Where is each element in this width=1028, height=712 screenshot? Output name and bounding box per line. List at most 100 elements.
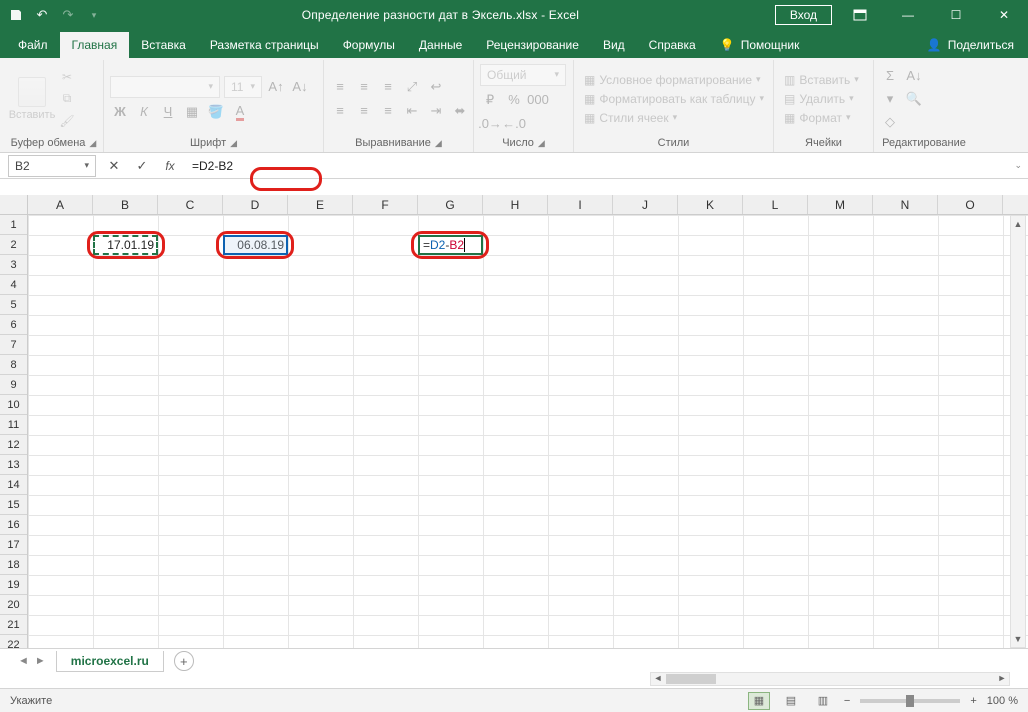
maximize-button[interactable]: ☐ xyxy=(936,3,976,27)
row-header[interactable]: 20 xyxy=(0,595,27,615)
increase-indent-icon[interactable]: ⇥ xyxy=(426,101,446,121)
comma-icon[interactable]: 000 xyxy=(528,90,548,110)
col-header[interactable]: N xyxy=(873,195,938,214)
tab-home[interactable]: Главная xyxy=(60,32,130,58)
col-header[interactable]: M xyxy=(808,195,873,214)
col-header[interactable]: K xyxy=(678,195,743,214)
insert-cells-button[interactable]: ▥Вставить▾ xyxy=(780,72,863,88)
alignment-launcher-icon[interactable]: ◢ xyxy=(435,138,442,149)
merge-icon[interactable]: ⬌ xyxy=(450,101,470,121)
row-header[interactable]: 10 xyxy=(0,395,27,415)
row-header[interactable]: 18 xyxy=(0,555,27,575)
cells-area[interactable]: 17.01.19 06.08.19 =D2-B2 xyxy=(28,215,1028,688)
vertical-scrollbar[interactable]: ▲ ▼ xyxy=(1010,215,1026,648)
italic-button[interactable]: К xyxy=(134,102,154,122)
col-header[interactable]: G xyxy=(418,195,483,214)
add-sheet-button[interactable]: + xyxy=(174,651,194,671)
scroll-down-icon[interactable]: ▼ xyxy=(1011,631,1025,647)
format-as-table-button[interactable]: ▦Форматировать как таблицу▾ xyxy=(580,91,768,107)
col-header[interactable]: C xyxy=(158,195,223,214)
zoom-slider[interactable] xyxy=(860,699,960,703)
row-header[interactable]: 5 xyxy=(0,295,27,315)
tab-tell-me[interactable]: 💡Помощник xyxy=(708,32,812,58)
align-left-icon[interactable]: ≡ xyxy=(330,101,350,121)
tab-data[interactable]: Данные xyxy=(407,32,474,58)
currency-icon[interactable]: ₽ xyxy=(480,90,500,110)
signin-button[interactable]: Вход xyxy=(775,5,832,25)
row-header[interactable]: 13 xyxy=(0,455,27,475)
tab-page-layout[interactable]: Разметка страницы xyxy=(198,32,331,58)
increase-decimal-icon[interactable]: .0→ xyxy=(480,114,500,134)
zoom-out-button[interactable]: − xyxy=(844,695,850,707)
align-middle-icon[interactable]: ≡ xyxy=(354,77,374,97)
minimize-button[interactable]: — xyxy=(888,3,928,27)
view-page-layout-icon[interactable]: ▤ xyxy=(780,692,802,710)
underline-button[interactable]: Ч xyxy=(158,102,178,122)
fill-color-icon[interactable]: 🪣 xyxy=(206,102,226,122)
scroll-right-icon[interactable]: ► xyxy=(995,673,1009,685)
sheet-tab-active[interactable]: microexcel.ru xyxy=(56,651,164,672)
col-header[interactable]: D xyxy=(223,195,288,214)
cut-icon[interactable]: ✂ xyxy=(58,68,76,86)
col-header[interactable]: J xyxy=(613,195,678,214)
row-header[interactable]: 3 xyxy=(0,255,27,275)
formula-input[interactable]: =D2-B2 xyxy=(184,155,1028,177)
sort-filter-icon[interactable]: A↓ xyxy=(904,66,924,86)
decrease-font-icon[interactable]: A↓ xyxy=(290,77,310,97)
view-normal-icon[interactable]: ▦ xyxy=(748,692,770,710)
sheet-prev-icon[interactable]: ◄ xyxy=(18,655,29,667)
align-top-icon[interactable]: ≡ xyxy=(330,77,350,97)
font-size-combo[interactable]: 11▾ xyxy=(224,76,262,98)
clipboard-launcher-icon[interactable]: ◢ xyxy=(89,138,96,149)
font-color-icon[interactable]: A xyxy=(230,102,250,122)
align-right-icon[interactable]: ≡ xyxy=(378,101,398,121)
cell-styles-button[interactable]: ▦Стили ячеек▾ xyxy=(580,110,768,126)
qat-customize-icon[interactable]: ▾ xyxy=(82,3,106,27)
tab-file[interactable]: Файл xyxy=(6,32,60,58)
copy-icon[interactable]: ⧉ xyxy=(58,90,76,108)
tab-help[interactable]: Справка xyxy=(637,32,708,58)
row-header[interactable]: 14 xyxy=(0,475,27,495)
insert-function-button[interactable]: fx xyxy=(156,154,184,178)
col-header[interactable]: O xyxy=(938,195,1003,214)
undo-icon[interactable]: ↶ xyxy=(30,3,54,27)
col-header[interactable]: I xyxy=(548,195,613,214)
view-page-break-icon[interactable]: ▥ xyxy=(812,692,834,710)
row-header[interactable]: 1 xyxy=(0,215,27,235)
row-header[interactable]: 16 xyxy=(0,515,27,535)
col-header[interactable]: A xyxy=(28,195,93,214)
enter-formula-button[interactable]: ✓ xyxy=(128,154,156,178)
scroll-left-icon[interactable]: ◄ xyxy=(651,673,665,685)
row-header[interactable]: 17 xyxy=(0,535,27,555)
conditional-formatting-button[interactable]: ▦Условное форматирование▾ xyxy=(580,72,768,88)
row-header[interactable]: 6 xyxy=(0,315,27,335)
increase-font-icon[interactable]: A↑ xyxy=(266,77,286,97)
find-select-icon[interactable]: 🔍 xyxy=(904,89,924,109)
sheet-next-icon[interactable]: ► xyxy=(35,655,46,667)
sheet-nav[interactable]: ◄► xyxy=(8,655,56,667)
row-header[interactable]: 8 xyxy=(0,355,27,375)
row-header[interactable]: 12 xyxy=(0,435,27,455)
tab-insert[interactable]: Вставка xyxy=(129,32,198,58)
col-header[interactable]: H xyxy=(483,195,548,214)
paste-button[interactable]: Вставить xyxy=(10,77,54,121)
row-header[interactable]: 11 xyxy=(0,415,27,435)
share-button[interactable]: 👤Поделиться xyxy=(913,32,1028,58)
row-header[interactable]: 7 xyxy=(0,335,27,355)
decrease-indent-icon[interactable]: ⇤ xyxy=(402,101,422,121)
row-header[interactable]: 21 xyxy=(0,615,27,635)
font-name-combo[interactable]: ▾ xyxy=(110,76,220,98)
clear-icon[interactable]: ◇ xyxy=(880,112,900,132)
expand-formula-bar-icon[interactable]: ⌄ xyxy=(1014,160,1022,171)
number-launcher-icon[interactable]: ◢ xyxy=(538,138,545,149)
row-header[interactable]: 19 xyxy=(0,575,27,595)
scroll-thumb[interactable] xyxy=(666,674,716,684)
delete-cells-button[interactable]: ▤Удалить▾ xyxy=(780,91,863,107)
row-header[interactable]: 9 xyxy=(0,375,27,395)
orientation-icon[interactable]: ⤢ xyxy=(402,77,422,97)
save-icon[interactable] xyxy=(4,3,28,27)
percent-icon[interactable]: % xyxy=(504,90,524,110)
number-format-combo[interactable]: Общий▾ xyxy=(480,64,566,86)
zoom-in-button[interactable]: + xyxy=(970,695,976,707)
close-button[interactable]: ✕ xyxy=(984,3,1024,27)
